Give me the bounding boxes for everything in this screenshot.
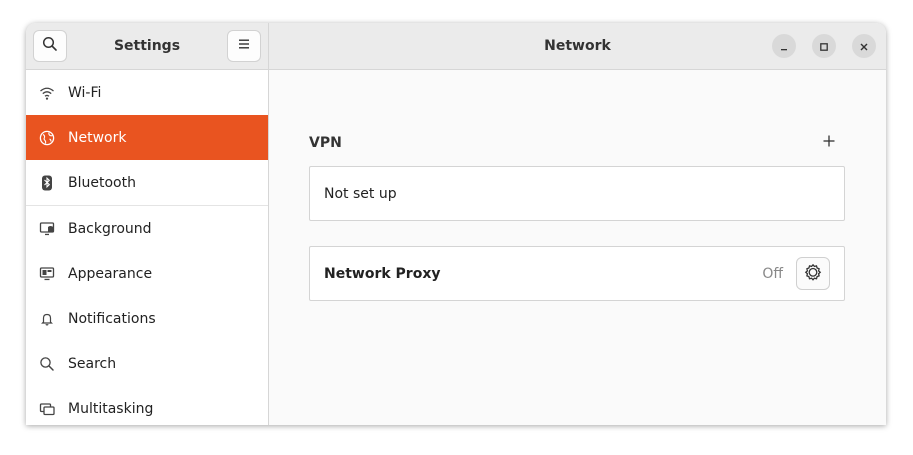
vpn-section-label: VPN	[309, 135, 342, 151]
settings-window: Settings Network Wi-Fi Network Bluetooth…	[26, 23, 886, 425]
multitasking-icon	[26, 401, 68, 417]
sidebar-item-bluetooth[interactable]: Bluetooth	[26, 160, 268, 205]
network-proxy-label: Network Proxy	[324, 265, 441, 282]
sidebar-item-background[interactable]: Background	[26, 206, 268, 251]
bell-icon	[26, 311, 68, 327]
sidebar-item-label: Notifications	[68, 310, 156, 327]
vpn-list: Not set up	[309, 166, 845, 221]
minimize-button[interactable]	[772, 34, 796, 58]
sidebar-item-wifi[interactable]: Wi-Fi	[26, 70, 268, 115]
sidebar-item-label: Search	[68, 355, 117, 372]
gear-icon	[804, 263, 822, 285]
background-icon	[26, 221, 68, 237]
sidebar: Wi-Fi Network Bluetooth Background Appea…	[26, 70, 269, 425]
sidebar-title: Settings	[113, 38, 181, 54]
network-panel: VPN Not set up Network Proxy Off	[269, 70, 886, 425]
sidebar-item-label: Bluetooth	[68, 174, 136, 191]
main-menu-button[interactable]	[227, 30, 261, 62]
search-icon	[42, 36, 58, 56]
maximize-icon	[819, 37, 829, 56]
sidebar-item-appearance[interactable]: Appearance	[26, 251, 268, 296]
globe-icon	[26, 130, 68, 146]
bluetooth-icon	[26, 175, 68, 191]
vpn-empty-label: Not set up	[324, 185, 397, 202]
minimize-icon	[779, 37, 789, 56]
sidebar-item-label: Wi-Fi	[68, 84, 102, 101]
sidebar-item-label: Background	[68, 220, 152, 237]
plus-icon	[822, 132, 836, 153]
sidebar-item-notifications[interactable]: Notifications	[26, 296, 268, 341]
close-button[interactable]	[852, 34, 876, 58]
add-vpn-button[interactable]	[817, 130, 841, 154]
hamburger-menu-icon	[237, 38, 251, 54]
sidebar-item-label: Network	[68, 129, 127, 146]
sidebar-item-multitasking[interactable]: Multitasking	[26, 386, 268, 425]
network-proxy-settings-button[interactable]	[796, 257, 830, 290]
network-proxy-row[interactable]: Network Proxy Off	[309, 246, 845, 301]
search-icon	[26, 356, 68, 372]
network-proxy-status: Off	[762, 265, 783, 282]
maximize-button[interactable]	[812, 34, 836, 58]
sidebar-item-label: Multitasking	[68, 400, 154, 417]
sidebar-item-network[interactable]: Network	[26, 115, 268, 160]
wifi-icon	[26, 85, 68, 101]
close-icon	[859, 37, 869, 56]
appearance-icon	[26, 266, 68, 282]
sidebar-item-search[interactable]: Search	[26, 341, 268, 386]
search-button[interactable]	[33, 30, 67, 62]
sidebar-item-label: Appearance	[68, 265, 153, 282]
header-bar: Settings Network	[26, 23, 886, 70]
